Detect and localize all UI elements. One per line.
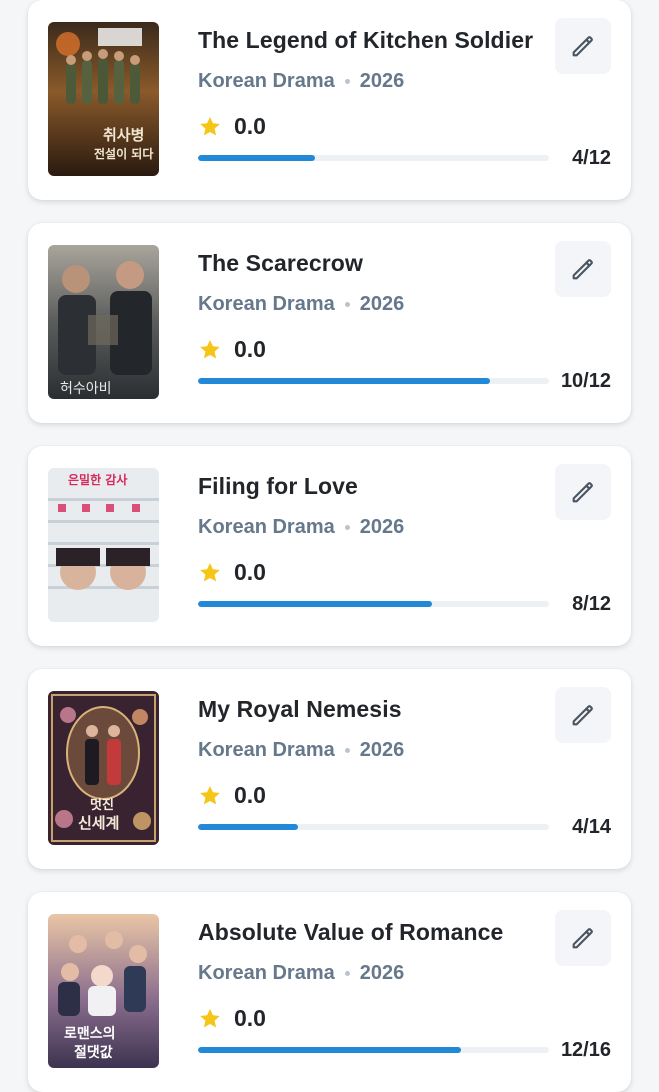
drama-meta: Korean Drama 2026 xyxy=(198,70,404,93)
drama-title: My Royal Nemesis xyxy=(198,696,402,722)
episode-progress-bar xyxy=(198,824,549,830)
poster-subtitle-text: 전설이 되다 xyxy=(94,146,153,161)
pencil-icon xyxy=(572,928,593,949)
rating: 0.0 xyxy=(198,559,266,586)
poster-image: 취사병 전설이 되다 xyxy=(48,22,159,176)
episode-progress-fill xyxy=(198,601,433,607)
rating-value: 0.0 xyxy=(234,782,266,808)
year-label: 2026 xyxy=(359,293,405,315)
poster-image: 멋진 신세계 xyxy=(48,691,159,845)
poster-subtitle-text: 신세계 xyxy=(78,814,119,832)
drama-title: Absolute Value of Romance xyxy=(198,919,504,945)
year-label: 2026 xyxy=(359,516,405,538)
episode-progress-bar xyxy=(198,378,549,384)
drama-card[interactable]: 멋진 신세계 My Royal Nemesis Korean Drama 202… xyxy=(28,669,631,869)
edit-button[interactable] xyxy=(555,687,611,743)
genre-label: Korean Drama xyxy=(198,70,335,92)
episode-progress-fill xyxy=(198,378,491,384)
rating-value: 0.0 xyxy=(234,559,266,585)
drama-card[interactable]: 허수아비 The Scarecrow Korean Drama 2026 0.0… xyxy=(28,223,631,423)
drama-title: Filing for Love xyxy=(198,473,358,499)
poster-title-text: 로맨스의 xyxy=(64,1025,116,1042)
separator-dot xyxy=(344,79,350,84)
separator-dot xyxy=(344,971,350,976)
rating-value: 0.0 xyxy=(234,113,266,139)
drama-title: The Scarecrow xyxy=(198,250,363,276)
poster-subtitle-text: 절댓값 xyxy=(74,1044,113,1061)
edit-button[interactable] xyxy=(555,241,611,297)
separator-dot xyxy=(344,748,350,753)
poster-image: 로맨스의 절댓값 xyxy=(48,914,159,1068)
episode-count: 4/12 xyxy=(572,147,611,169)
star-icon xyxy=(200,562,220,581)
rating-value: 0.0 xyxy=(234,336,266,362)
genre-label: Korean Drama xyxy=(198,739,335,761)
drama-meta: Korean Drama 2026 xyxy=(198,739,404,762)
drama-meta: Korean Drama 2026 xyxy=(198,962,404,985)
rating-value: 0.0 xyxy=(234,1005,266,1031)
episode-progress-bar xyxy=(198,1047,549,1053)
pencil-icon xyxy=(572,36,593,57)
year-label: 2026 xyxy=(359,962,405,984)
rating: 0.0 xyxy=(198,336,266,363)
separator-dot xyxy=(344,525,350,530)
drama-card[interactable]: 은밀한 감사 Filing for Love Korean Drama 2026… xyxy=(28,446,631,646)
separator-dot xyxy=(344,302,350,307)
year-label: 2026 xyxy=(359,739,405,761)
drama-card[interactable]: 취사병 전설이 되다 The Legend of Kitchen Soldier… xyxy=(28,0,631,200)
star-icon xyxy=(200,1008,220,1027)
episode-count: 8/12 xyxy=(572,593,611,615)
rating: 0.0 xyxy=(198,113,266,140)
episode-count: 10/12 xyxy=(560,370,611,392)
edit-button[interactable] xyxy=(555,910,611,966)
poster-title-text: 허수아비 xyxy=(60,381,112,397)
poster-title-text: 취사병 xyxy=(103,126,144,144)
pencil-icon xyxy=(572,482,593,503)
drama-card[interactable]: 로맨스의 절댓값 Absolute Value of Romance Korea… xyxy=(28,892,631,1092)
year-label: 2026 xyxy=(359,70,405,92)
star-icon xyxy=(200,339,220,358)
star-icon xyxy=(200,785,220,804)
poster-title-text: 멋진 xyxy=(90,797,114,813)
rating: 0.0 xyxy=(198,782,266,809)
genre-label: Korean Drama xyxy=(198,293,335,315)
pencil-icon xyxy=(572,705,593,726)
poster-title-text: 은밀한 감사 xyxy=(68,472,127,487)
episode-progress-bar xyxy=(198,601,549,607)
episode-progress-fill xyxy=(198,824,299,830)
star-icon xyxy=(200,116,220,135)
episode-count: 4/14 xyxy=(572,816,611,838)
pencil-icon xyxy=(572,259,593,280)
drama-meta: Korean Drama 2026 xyxy=(198,516,404,539)
rating: 0.0 xyxy=(198,1005,266,1032)
poster-image: 은밀한 감사 xyxy=(48,468,159,622)
edit-button[interactable] xyxy=(555,18,611,74)
drama-title: The Legend of Kitchen Soldier xyxy=(198,27,534,53)
genre-label: Korean Drama xyxy=(198,516,335,538)
episode-progress-fill xyxy=(198,1047,462,1053)
drama-meta: Korean Drama 2026 xyxy=(198,293,404,316)
episode-progress-bar xyxy=(198,155,549,161)
poster-image: 허수아비 xyxy=(48,245,159,399)
genre-label: Korean Drama xyxy=(198,962,335,984)
edit-button[interactable] xyxy=(555,464,611,520)
episode-progress-fill xyxy=(198,155,315,161)
episode-count: 12/16 xyxy=(560,1039,611,1061)
